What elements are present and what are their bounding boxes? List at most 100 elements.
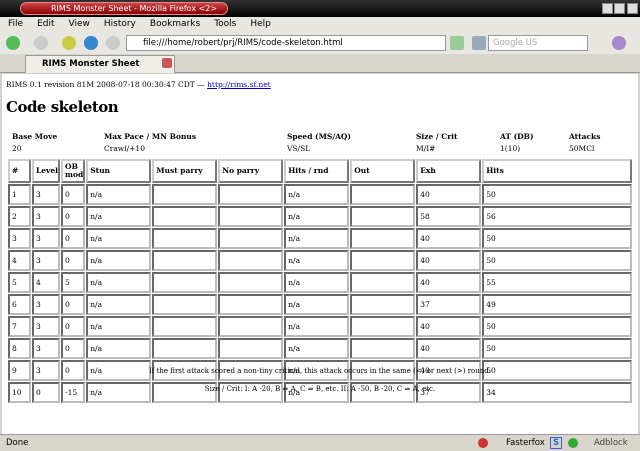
url-input[interactable]: file:///home/robert/prj/RIMS/code-skelet… <box>126 35 446 51</box>
forward-icon[interactable] <box>34 36 48 50</box>
cell-input[interactable]: 58 <box>416 206 482 227</box>
cell-input[interactable]: 0 <box>61 228 86 249</box>
cell-input[interactable] <box>152 250 218 271</box>
cell-input[interactable]: 3 <box>32 316 61 337</box>
close-button[interactable] <box>627 3 638 14</box>
close-tab-icon[interactable] <box>162 58 172 68</box>
cell-input[interactable]: 3 <box>32 338 61 359</box>
cell-input[interactable] <box>218 228 284 249</box>
menu-file[interactable]: File <box>8 17 23 32</box>
block-icon[interactable] <box>478 438 488 448</box>
cell-input[interactable] <box>350 250 416 271</box>
stat-label: Speed (MS/AQ) <box>287 132 351 141</box>
cell-input[interactable] <box>218 316 284 337</box>
menu-bookmarks[interactable]: Bookmarks <box>150 17 200 32</box>
cell-input[interactable]: 40 <box>416 228 482 249</box>
table-row: 4 3 0 n/a n/a 40 50 <box>8 250 632 271</box>
cell-input[interactable] <box>350 294 416 315</box>
cell-input[interactable]: 40 <box>416 272 482 293</box>
menu-edit[interactable]: Edit <box>37 17 54 32</box>
cell-input[interactable]: 55 <box>482 272 632 293</box>
maximize-button[interactable] <box>614 3 625 14</box>
cell-input[interactable]: 56 <box>482 206 632 227</box>
cell-input[interactable] <box>152 228 218 249</box>
cell-input[interactable] <box>350 184 416 205</box>
stat-label: Attacks <box>569 132 601 141</box>
stat: AT (DB) 1(10) <box>500 132 534 153</box>
stat: Speed (MS/AQ) VS/SL <box>287 132 351 153</box>
minimize-button[interactable] <box>602 3 613 14</box>
cell-input[interactable]: 4 <box>32 272 61 293</box>
cell: n/a <box>284 184 350 205</box>
cell-input[interactable]: 3 <box>32 228 61 249</box>
cell-input[interactable] <box>218 250 284 271</box>
magnifier-icon[interactable] <box>612 36 626 50</box>
reload-icon[interactable] <box>84 36 98 50</box>
cell-input[interactable]: 3 <box>32 294 61 315</box>
cell-input[interactable]: 0 <box>61 338 86 359</box>
stat-label: Size / Crit <box>416 132 458 141</box>
cell-input[interactable]: 3 <box>32 184 61 205</box>
cell-input[interactable]: 3 <box>32 250 61 271</box>
cell-input[interactable]: 50 <box>482 184 632 205</box>
cell-input[interactable]: 40 <box>416 316 482 337</box>
cell-input[interactable] <box>152 272 218 293</box>
cell-input[interactable]: 0 <box>61 250 86 271</box>
cell-input[interactable]: 40 <box>416 250 482 271</box>
cell-input[interactable] <box>350 272 416 293</box>
cell-input[interactable] <box>152 338 218 359</box>
cell-input[interactable] <box>152 206 218 227</box>
search-engine-icon[interactable] <box>472 36 486 50</box>
cell-input[interactable] <box>218 272 284 293</box>
cell-input[interactable]: 3 <box>32 206 61 227</box>
cell-input[interactable]: 40 <box>416 184 482 205</box>
cell: n/a <box>86 272 152 293</box>
stat-value: VS/SL <box>287 144 311 153</box>
search-input[interactable]: Google US <box>488 35 588 51</box>
cell-input[interactable] <box>218 206 284 227</box>
cell: n/a <box>284 206 350 227</box>
nav-toolbar: file:///home/robert/prj/RIMS/code-skelet… <box>0 32 640 54</box>
cell: 5 <box>8 272 31 293</box>
menu-view[interactable]: View <box>69 17 90 32</box>
cell-input[interactable]: 0 <box>61 206 86 227</box>
cell-input[interactable]: 50 <box>482 250 632 271</box>
cell-input[interactable]: 49 <box>482 294 632 315</box>
cell-input[interactable] <box>152 184 218 205</box>
go-icon[interactable] <box>450 36 464 50</box>
back-icon[interactable] <box>6 36 20 50</box>
cell-input[interactable]: 5 <box>61 272 86 293</box>
cell-input[interactable] <box>350 316 416 337</box>
cell-input[interactable] <box>218 184 284 205</box>
cell-input[interactable] <box>350 338 416 359</box>
menu-tools[interactable]: Tools <box>214 17 236 32</box>
cell-input[interactable] <box>152 316 218 337</box>
cell-input[interactable]: 50 <box>482 228 632 249</box>
cell-input[interactable]: 40 <box>416 338 482 359</box>
cell: n/a <box>284 228 350 249</box>
tab-rims[interactable]: RIMS Monster Sheet <box>25 55 175 73</box>
cell-input[interactable]: 0 <box>61 184 86 205</box>
cell-input[interactable]: 37 <box>416 294 482 315</box>
menu-history[interactable]: History <box>104 17 136 32</box>
home-icon[interactable] <box>62 36 76 50</box>
menu-help[interactable]: Help <box>250 17 271 32</box>
cell-input[interactable] <box>152 294 218 315</box>
table-row: 6 3 0 n/a n/a 37 49 <box>8 294 632 315</box>
adblock-button[interactable]: Adblock <box>594 435 628 451</box>
stat: Max Pace / MN Bonus Crawl/+10 <box>104 132 196 153</box>
table-row: 2 3 0 n/a n/a 58 56 <box>8 206 632 227</box>
cell-input[interactable]: 0 <box>61 294 86 315</box>
stop-icon[interactable] <box>106 36 120 50</box>
cell-input[interactable] <box>218 338 284 359</box>
rims-link[interactable]: http://rims.sf.net <box>207 80 271 89</box>
cell-input[interactable]: 50 <box>482 316 632 337</box>
cell-input[interactable]: 0 <box>61 316 86 337</box>
s-icon[interactable]: S <box>550 437 562 449</box>
cell-input[interactable] <box>218 294 284 315</box>
cell-input[interactable]: 50 <box>482 338 632 359</box>
cell-input[interactable] <box>350 206 416 227</box>
check-icon[interactable] <box>568 438 578 448</box>
fasterfox-button[interactable]: Fasterfox <box>506 435 545 451</box>
cell-input[interactable] <box>350 228 416 249</box>
